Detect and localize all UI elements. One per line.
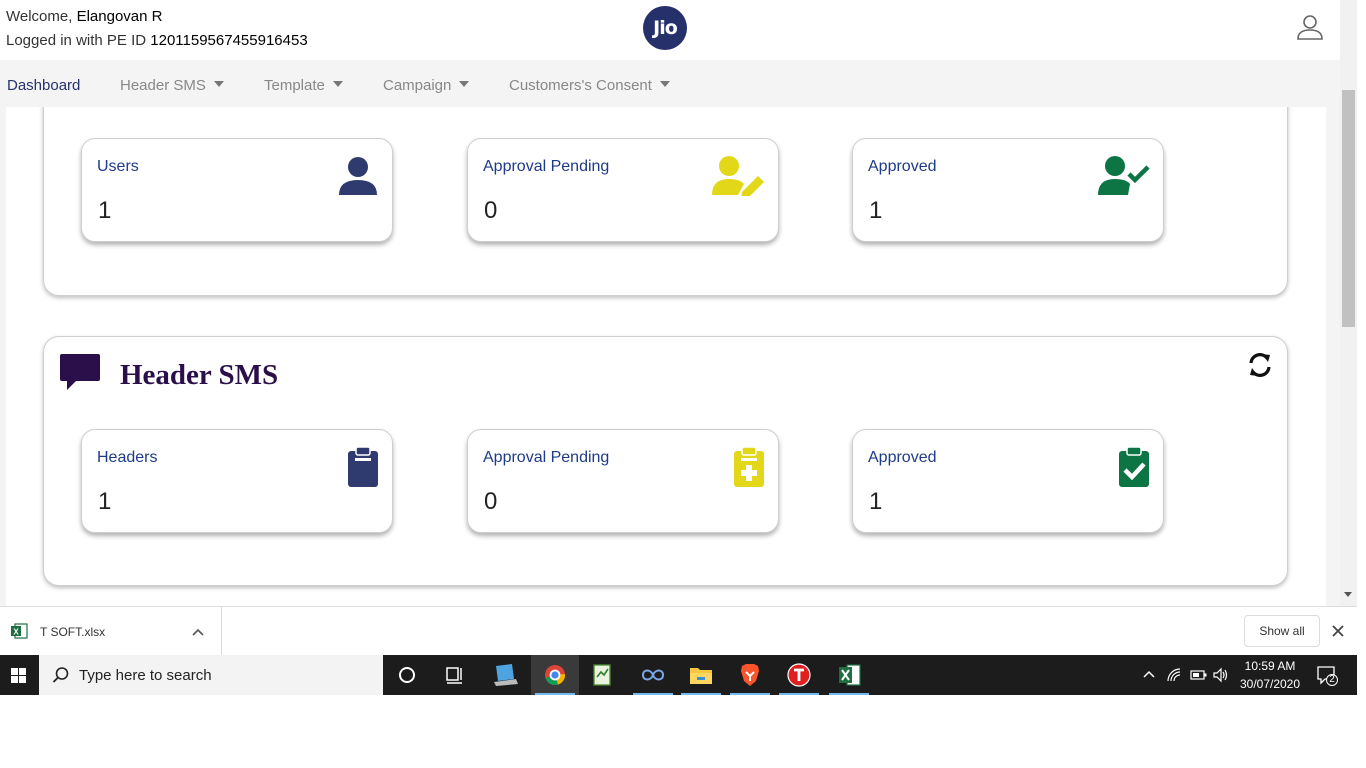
chevron-down-icon [659, 81, 670, 87]
clipboard-icon [347, 446, 379, 493]
nav-template[interactable]: Template [264, 77, 343, 94]
excel-icon[interactable] [825, 655, 873, 695]
notification-icon[interactable]: 2 [1316, 664, 1338, 691]
card-title: Approved [868, 158, 937, 175]
task-view-icon[interactable] [431, 655, 479, 695]
download-item[interactable]: X T SOFT.xlsx [0, 607, 222, 656]
nav-customers-consent[interactable]: Customers's Consent [509, 77, 670, 94]
brave-browser-icon[interactable] [726, 655, 774, 695]
login-info: Logged in with PE ID 1201159567455916453 [6, 32, 308, 49]
card-title: Headers [97, 449, 158, 466]
card-value: 1 [869, 488, 883, 515]
card-title: Approved [868, 449, 937, 466]
header-sms-panel: Header SMS Headers 1 Approval Pending 0 … [43, 336, 1288, 586]
laptop-app-icon[interactable] [481, 655, 529, 695]
approved-card[interactable]: Approved 1 [852, 138, 1164, 242]
user-name: Elangovan R [76, 8, 163, 25]
user-icon [337, 154, 379, 201]
nav-campaign[interactable]: Campaign [383, 77, 470, 94]
system-tray: 10:59 AM 30/07/2020 2 [1138, 655, 1357, 695]
notepad-app-icon[interactable] [579, 655, 627, 695]
card-title: Approval Pending [483, 449, 610, 466]
clipboard-check-icon [1118, 446, 1150, 493]
dashboard-content: Users 1 Approval Pending 0 Approved 1 He… [6, 107, 1326, 606]
chevron-down-icon [332, 81, 343, 87]
approval-pending-card[interactable]: Approval Pending 0 [467, 138, 779, 242]
volume-icon[interactable] [1212, 667, 1230, 688]
clock-date[interactable]: 30/07/2020 [1234, 677, 1306, 691]
active-indicator [681, 693, 721, 695]
user-check-icon [1098, 154, 1152, 201]
chevron-up-icon[interactable] [192, 624, 204, 642]
wifi-icon[interactable] [1166, 667, 1182, 688]
screen: Welcome, Elangovan R Logged in with PE I… [0, 0, 1366, 768]
main-nav: Dashboard Header SMS Template Campaign C… [0, 60, 1340, 107]
card-value: 0 [484, 197, 498, 224]
svg-text:X: X [13, 628, 19, 637]
jio-logo[interactable]: Jio [643, 6, 687, 50]
file-explorer-icon[interactable] [677, 655, 725, 695]
battery-icon[interactable] [1190, 668, 1208, 687]
pe-id: 1201159567455916453 [150, 32, 308, 49]
active-indicator [633, 693, 673, 695]
active-indicator [730, 693, 770, 695]
header-approved-card[interactable]: Approved 1 [852, 429, 1164, 533]
download-file-name: T SOFT.xlsx [40, 625, 106, 639]
scrollbar-thumb[interactable] [1342, 90, 1355, 327]
chevron-down-icon [459, 81, 470, 87]
refresh-icon[interactable] [1246, 351, 1274, 384]
chevron-down-icon [213, 81, 224, 87]
card-value: 0 [484, 488, 498, 515]
download-bar: X T SOFT.xlsx Show all [0, 606, 1357, 656]
users-card[interactable]: Users 1 [81, 138, 393, 242]
active-indicator [829, 693, 869, 695]
profile-icon[interactable] [1296, 13, 1324, 41]
card-title: Approval Pending [483, 158, 610, 175]
page-scrollbar[interactable] [1340, 0, 1357, 606]
card-value: 1 [98, 488, 112, 515]
cortana-icon[interactable] [383, 655, 431, 695]
card-value: 1 [98, 197, 112, 224]
nav-dashboard[interactable]: Dashboard [7, 77, 80, 94]
nav-header-sms[interactable]: Header SMS [120, 77, 224, 94]
section-title: Header SMS [120, 359, 279, 391]
scroll-down-arrow-icon[interactable] [1344, 592, 1352, 597]
show-all-button[interactable]: Show all [1244, 615, 1320, 647]
taskbar-search[interactable]: Type here to search [39, 655, 383, 695]
clipboard-plus-icon [733, 446, 765, 493]
browser-viewport: Welcome, Elangovan R Logged in with PE I… [0, 0, 1357, 606]
headers-card[interactable]: Headers 1 [81, 429, 393, 533]
search-placeholder: Type here to search [79, 667, 212, 684]
user-edit-icon [712, 154, 766, 201]
infinity-app-icon[interactable] [629, 655, 677, 695]
notification-count: 2 [1329, 674, 1335, 685]
welcome-text: Welcome, Elangovan R [6, 8, 163, 25]
active-indicator [535, 693, 575, 695]
header-approval-pending-card[interactable]: Approval Pending 0 [467, 429, 779, 533]
top-bar: Welcome, Elangovan R Logged in with PE I… [0, 0, 1340, 60]
windows-taskbar: Type here to search 10:59 AM 30/07/2020 … [0, 655, 1357, 695]
chevron-up-icon[interactable] [1142, 667, 1156, 686]
card-title: Users [97, 158, 139, 175]
excel-file-icon: X [10, 623, 28, 644]
close-icon[interactable] [1330, 623, 1346, 644]
t-app-icon[interactable] [775, 655, 823, 695]
chrome-icon[interactable] [531, 655, 579, 695]
windows-start-icon[interactable] [0, 655, 39, 695]
active-indicator [779, 693, 819, 695]
search-icon [52, 666, 70, 689]
users-panel: Users 1 Approval Pending 0 Approved 1 [43, 107, 1288, 296]
clock-time[interactable]: 10:59 AM [1234, 659, 1306, 673]
message-icon [59, 352, 101, 399]
card-value: 1 [869, 197, 883, 224]
